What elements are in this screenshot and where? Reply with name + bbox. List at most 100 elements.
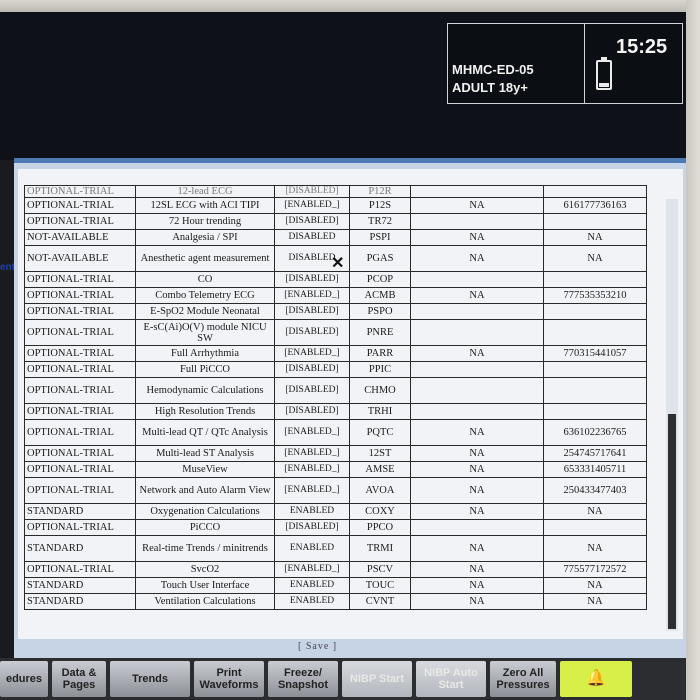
table-row[interactable]: OPTIONAL-TRIAL Multi-lead QT / QTc Analys… <box>24 419 647 446</box>
key-cell <box>543 519 647 536</box>
state-cell[interactable]: [DISABLED] <box>274 377 350 404</box>
na-cell: NA <box>410 503 544 520</box>
table-row[interactable]: OPTIONAL-TRIAL Network and Auto Alarm Vie… <box>24 477 647 504</box>
state-cell[interactable]: [DISABLED] <box>274 213 350 230</box>
na-cell <box>410 213 544 230</box>
print-waveforms-button[interactable]: Print Waveforms <box>194 661 264 697</box>
status-cell: OPTIONAL-TRIAL <box>24 419 136 446</box>
status-cell: OPTIONAL-TRIAL <box>24 345 136 362</box>
name-cell: E-sC(Ai)O(V) module NICU SW <box>135 319 275 346</box>
na-cell: NA <box>410 245 544 272</box>
name-cell: CO <box>135 271 275 288</box>
na-cell <box>410 519 544 536</box>
state-cell[interactable]: ENABLED <box>274 503 350 520</box>
trends-button[interactable]: Trends <box>110 661 190 697</box>
na-cell: NA <box>410 561 544 578</box>
key-cell <box>543 303 647 320</box>
name-cell: Analgesia / SPI <box>135 229 275 246</box>
key-cell: 254745717641 <box>543 445 647 462</box>
table-row[interactable]: OPTIONAL-TRIAL PiCCO [DISABLED] PPCO <box>24 519 647 536</box>
state-cell[interactable]: [ENABLED_] <box>274 197 350 214</box>
state-cell[interactable]: [ENABLED_] <box>274 461 350 478</box>
clock: 15:25 <box>616 36 668 58</box>
save-button[interactable]: [ Save ] <box>298 641 337 652</box>
table-row[interactable]: OPTIONAL-TRIAL Multi-lead ST Analysis [ENA… <box>24 445 647 462</box>
table-row[interactable]: STANDARD Ventilation Calculations ENABLED C… <box>24 593 647 610</box>
na-cell: NA <box>410 593 544 610</box>
state-cell[interactable]: [ENABLED_] <box>274 561 350 578</box>
zero-all-pressures-button[interactable]: Zero All Pressures <box>490 661 556 697</box>
key-cell: NA <box>543 593 647 610</box>
table-row[interactable]: OPTIONAL-TRIAL E-sC(Ai)O(V) module NICU S… <box>24 319 647 346</box>
state-cell[interactable]: [DISABLED] <box>274 271 350 288</box>
table-row[interactable]: OPTIONAL-TRIAL SvcO2 [ENABLED_] PSCV NA 77557… <box>24 561 647 578</box>
nibp-start-button[interactable]: NIBP Start <box>342 661 412 697</box>
procedures-button[interactable]: edures <box>0 661 48 697</box>
state-cell[interactable]: ENABLED <box>274 535 350 562</box>
state-cell[interactable]: [DISABLED] <box>274 403 350 420</box>
table-row[interactable]: OPTIONAL-TRIAL Full Arrhythmia [ENABLED_] P… <box>24 345 647 362</box>
na-cell: NA <box>410 345 544 362</box>
close-icon[interactable]: ✕ <box>331 253 344 273</box>
table-row[interactable]: OPTIONAL-TRIAL 12SL ECG with ACI TIPI [ENA… <box>24 197 647 214</box>
status-cell: OPTIONAL-TRIAL <box>24 519 136 536</box>
scrollbar[interactable] <box>666 199 678 631</box>
state-cell[interactable]: [DISABLED] <box>274 185 350 198</box>
scrollbar-thumb[interactable] <box>668 414 676 629</box>
table-row[interactable]: OPTIONAL-TRIAL CO [DISABLED] PCOP <box>24 271 647 288</box>
status-cell: OPTIONAL-TRIAL <box>24 287 136 304</box>
side-text-fragment: ent <box>0 262 15 273</box>
state-cell[interactable]: [ENABLED_] <box>274 287 350 304</box>
table-row[interactable]: OPTIONAL-TRIAL 72 Hour trending [DISABLED]… <box>24 213 647 230</box>
alarm-button[interactable]: 🔔 <box>560 661 632 697</box>
key-cell <box>543 377 647 404</box>
na-cell: NA <box>410 445 544 462</box>
code-cell: TR72 <box>349 213 411 230</box>
table-row[interactable]: OPTIONAL-TRIAL 12-lead ECG [DISABLED] P12R <box>24 185 647 198</box>
state-cell[interactable]: [DISABLED] <box>274 519 350 536</box>
table-row[interactable]: OPTIONAL-TRIAL Hemodynamic Calculations [D… <box>24 377 647 404</box>
status-cell: OPTIONAL-TRIAL <box>24 197 136 214</box>
state-cell[interactable]: [DISABLED] <box>274 361 350 378</box>
freeze-snapshot-button[interactable]: Freeze/ Snapshot <box>268 661 338 697</box>
code-cell: COXY <box>349 503 411 520</box>
table-row[interactable]: STANDARD Oxygenation Calculations ENABLED C… <box>24 503 647 520</box>
state-cell[interactable]: DISABLED <box>274 229 350 246</box>
name-cell: PiCCO <box>135 519 275 536</box>
key-cell: 636102236765 <box>543 419 647 446</box>
table-row[interactable]: OPTIONAL-TRIAL High Resolution Trends [DIS… <box>24 403 647 420</box>
table-row[interactable]: OPTIONAL-TRIAL Combo Telemetry ECG [ENABLE… <box>24 287 647 304</box>
state-cell[interactable]: [ENABLED_] <box>274 477 350 504</box>
name-cell: Multi-lead QT / QTc Analysis <box>135 419 275 446</box>
status-cell: OPTIONAL-TRIAL <box>24 185 136 198</box>
state-cell[interactable]: [ENABLED_] <box>274 419 350 446</box>
state-cell[interactable]: [ENABLED_] <box>274 445 350 462</box>
table-row[interactable]: OPTIONAL-TRIAL MuseView [ENABLED_] AMSE NA 65… <box>24 461 647 478</box>
table-row[interactable]: NOT-AVAILABLE Analgesia / SPI DISABLED PSPI… <box>24 229 647 246</box>
state-cell[interactable]: [DISABLED] <box>274 303 350 320</box>
status-cell: OPTIONAL-TRIAL <box>24 303 136 320</box>
nibp-auto-start-button[interactable]: NIBP Auto Start <box>416 661 486 697</box>
table-row[interactable]: STANDARD Touch User Interface ENABLED TOUC N… <box>24 577 647 594</box>
data-pages-button[interactable]: Data & Pages <box>52 661 106 697</box>
na-cell: NA <box>410 287 544 304</box>
state-cell[interactable]: [DISABLED] <box>274 319 350 346</box>
name-cell: Combo Telemetry ECG <box>135 287 275 304</box>
code-cell: ACMB <box>349 287 411 304</box>
name-cell: SvcO2 <box>135 561 275 578</box>
table-row[interactable]: STANDARD Real-time Trends / minitrends ENA… <box>24 535 647 562</box>
state-cell[interactable]: ENABLED <box>274 593 350 610</box>
code-cell: CHMO <box>349 377 411 404</box>
name-cell: High Resolution Trends <box>135 403 275 420</box>
state-cell[interactable]: [ENABLED_] <box>274 345 350 362</box>
table-row[interactable]: OPTIONAL-TRIAL E-SpO2 Module Neonatal [DIS… <box>24 303 647 320</box>
na-cell <box>410 303 544 320</box>
state-cell[interactable]: ENABLED <box>274 577 350 594</box>
code-cell: TRMI <box>349 535 411 562</box>
status-cell: OPTIONAL-TRIAL <box>24 445 136 462</box>
code-cell: CVNT <box>349 593 411 610</box>
status-cell: OPTIONAL-TRIAL <box>24 377 136 404</box>
key-cell: NA <box>543 503 647 520</box>
table-row[interactable]: OPTIONAL-TRIAL Full PiCCO [DISABLED] PPIC <box>24 361 647 378</box>
patient-info-box[interactable]: MHMC-ED-05 ADULT 18y+ 15:25 <box>447 23 683 104</box>
